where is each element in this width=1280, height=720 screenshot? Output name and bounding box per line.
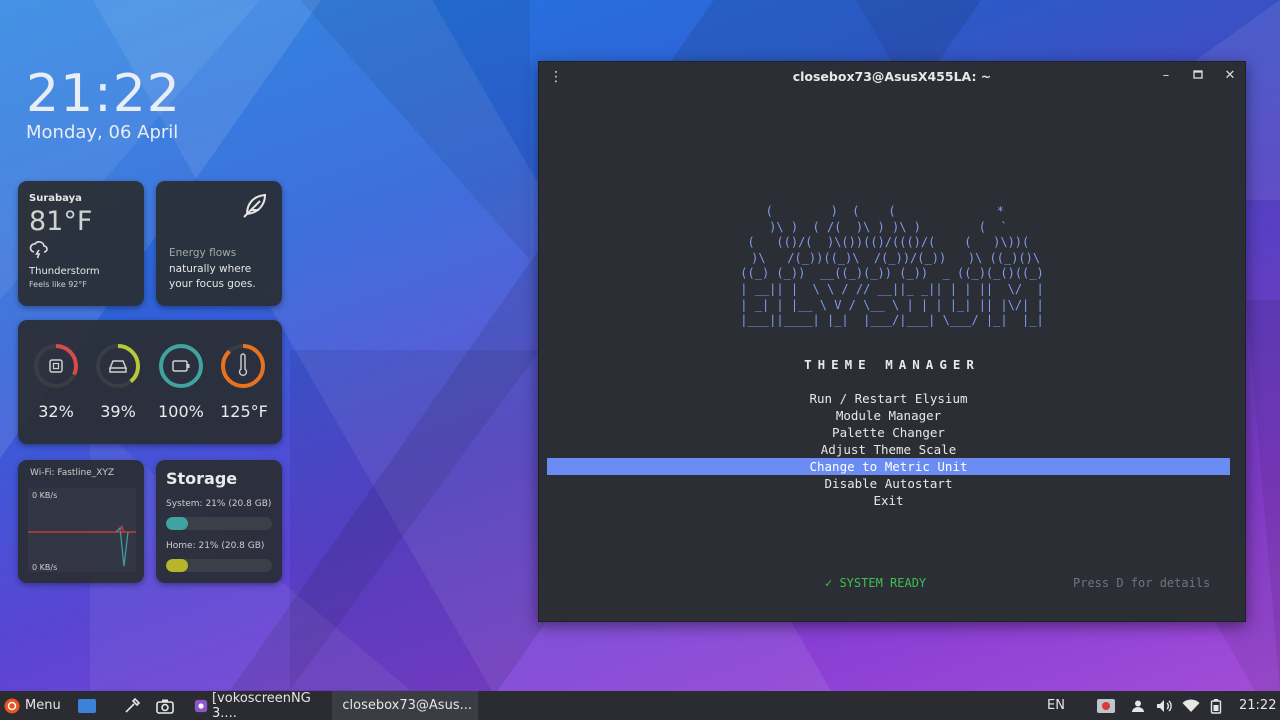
- temperature-value: 125°F: [220, 402, 268, 421]
- screen-recorder-tray-icon[interactable]: [1096, 691, 1116, 720]
- user-icon[interactable]: [1131, 691, 1145, 720]
- details-hint: Press D for details: [1073, 576, 1211, 590]
- battery-icon: [172, 360, 190, 372]
- start-menu-button[interactable]: Menu: [4, 691, 61, 720]
- storage-title: Storage: [166, 469, 238, 488]
- system-stats-widget: 32% 39% 100% 125°F: [18, 320, 282, 444]
- cpu-icon: [49, 359, 63, 373]
- ubuntu-logo-icon: [4, 698, 20, 713]
- battery-value: 100%: [158, 402, 204, 421]
- menu-item-disable-autostart[interactable]: Disable Autostart: [547, 475, 1230, 492]
- taskbar-app-terminal[interactable]: closebox73@Asus...: [332, 691, 478, 720]
- system-storage-label: System: 21% (20.8 GB): [166, 499, 272, 509]
- quote-line-2: naturally where: [169, 263, 252, 275]
- weather-condition: Thunderstorm: [29, 266, 100, 277]
- desktop-clock: 21:22 Monday, 06 April: [26, 64, 181, 143]
- disk-value: 39%: [100, 402, 136, 421]
- system-storage-bar: [166, 517, 272, 530]
- home-storage-fill: [166, 559, 189, 572]
- terminal-app-label: closebox73@Asus...: [342, 698, 472, 713]
- disk-gauge: [96, 344, 140, 388]
- keyboard-layout-indicator[interactable]: EN: [1047, 691, 1065, 720]
- volume-icon[interactable]: [1156, 691, 1174, 720]
- maximize-icon[interactable]: [1189, 68, 1207, 83]
- menu-item-adjust-scale[interactable]: Adjust Theme Scale: [547, 441, 1230, 458]
- menu-item-metric-unit[interactable]: Change to Metric Unit: [547, 458, 1230, 475]
- taskbar: Menu [vokoscreenNG 3.... closebox73@Asus…: [0, 691, 1280, 720]
- taskbar-app-vokoscreen[interactable]: [vokoscreenNG 3....: [188, 691, 330, 720]
- download-speed: 0 KB/s: [32, 563, 58, 572]
- elysium-ascii-logo: ( ) ( ( * )\ ) ( /( )\ ) )\ ) ( ` ( (()/…: [740, 204, 1044, 328]
- storage-widget: Storage System: 21% (20.8 GB) Home: 21% …: [156, 460, 282, 583]
- system-ready-status: ✓ SYSTEM READY: [825, 576, 927, 590]
- network-widget: Wi-Fi: Fastline_XYZ 0 KB/s 0 KB/s: [18, 460, 144, 583]
- menu-item-exit[interactable]: Exit: [547, 492, 1230, 509]
- cpu-gauge: [34, 344, 78, 388]
- vokoscreen-icon: [194, 699, 208, 712]
- thunderstorm-icon: [29, 241, 133, 264]
- network-graph: [28, 488, 136, 572]
- menu-item-run-restart[interactable]: Run / Restart Elysium: [547, 390, 1230, 407]
- minimize-icon[interactable]: –: [1157, 68, 1175, 83]
- terminal-window[interactable]: ⋮ closebox73@AsusX455LA: ~ – ✕ ( ) ( ( *…: [538, 61, 1246, 622]
- vokoscreen-label: [vokoscreenNG 3....: [212, 690, 311, 720]
- battery-gauge: [159, 344, 203, 388]
- temperature-gauge: [221, 344, 265, 388]
- clock-date: Monday, 06 April: [26, 122, 179, 143]
- feather-icon: [238, 191, 270, 227]
- menu-item-palette-changer[interactable]: Palette Changer: [547, 424, 1230, 441]
- thermometer-icon: [238, 353, 248, 377]
- taskbar-clock[interactable]: 21:22: [1239, 691, 1276, 720]
- show-desktop-icon[interactable]: [77, 691, 97, 720]
- home-storage-bar: [166, 559, 272, 572]
- disk-icon: [108, 360, 128, 373]
- cpu-value: 32%: [38, 402, 74, 421]
- weather-feels-like: Feels like 92°F: [29, 280, 87, 289]
- weather-city: Surabaya: [29, 193, 82, 204]
- wifi-ssid: Wi-Fi: Fastline_XYZ: [30, 468, 115, 478]
- clock-time: 21:22: [26, 64, 181, 124]
- home-storage-label: Home: 21% (20.8 GB): [166, 541, 265, 551]
- weather-widget: Surabaya 81°F Thunderstorm Feels like 92…: [18, 181, 144, 306]
- terminal-title: closebox73@AsusX455LA: ~: [792, 69, 992, 84]
- battery-tray-icon[interactable]: [1210, 691, 1222, 720]
- theme-manager-menu: Run / Restart Elysium Module Manager Pal…: [547, 390, 1230, 509]
- quote-line-1: Energy flows: [169, 247, 237, 259]
- menu-label: Menu: [25, 698, 61, 713]
- quote-line-3: your focus goes.: [169, 278, 256, 290]
- close-icon[interactable]: ✕: [1221, 68, 1239, 83]
- quote-widget: Energy flows naturally where your focus …: [156, 181, 282, 306]
- wifi-icon[interactable]: [1182, 691, 1200, 720]
- color-picker-icon[interactable]: [123, 691, 141, 720]
- system-storage-fill: [166, 517, 189, 530]
- terminal-titlebar[interactable]: ⋮ closebox73@AsusX455LA: ~ – ✕: [539, 62, 1245, 92]
- weather-temperature: 81°F: [29, 206, 93, 237]
- theme-manager-heading: THEME MANAGER: [804, 357, 980, 372]
- screenshot-icon[interactable]: [156, 691, 174, 720]
- upload-speed: 0 KB/s: [32, 491, 58, 500]
- menu-item-module-manager[interactable]: Module Manager: [547, 407, 1230, 424]
